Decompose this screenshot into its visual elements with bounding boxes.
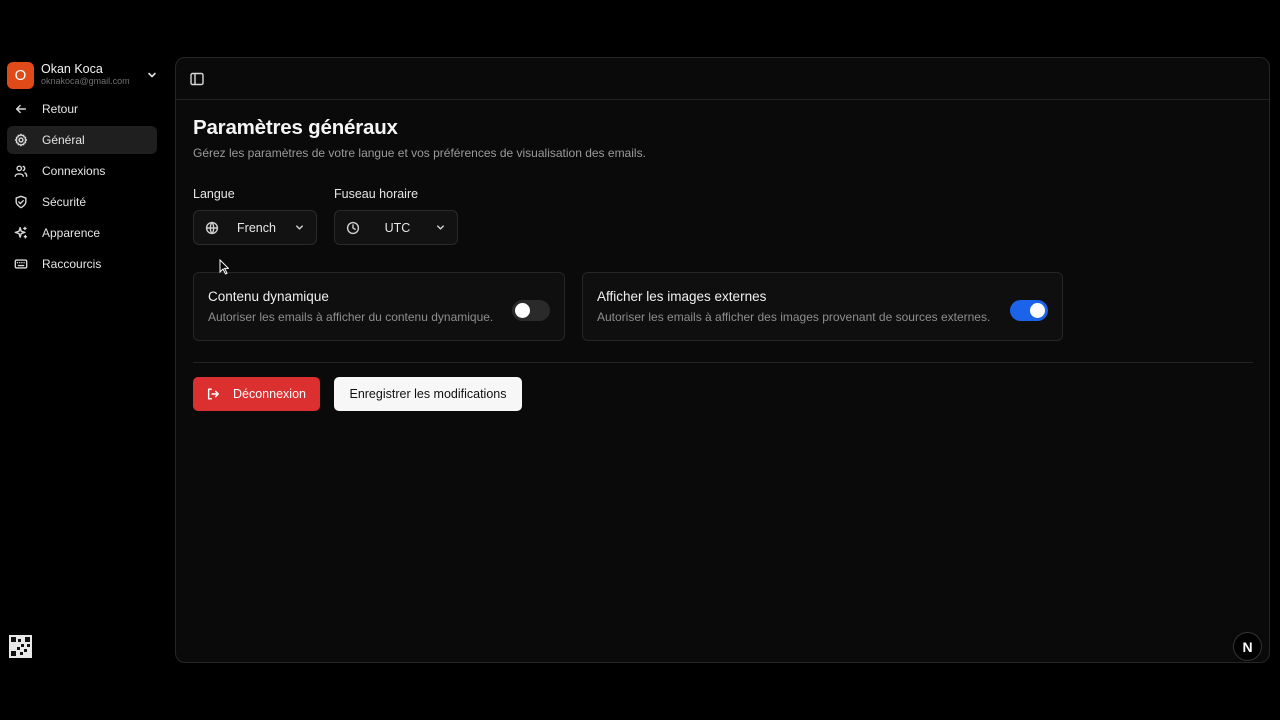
sparkles-icon — [14, 226, 28, 240]
sidebar-item-general[interactable]: Général — [7, 126, 157, 154]
language-value: French — [237, 220, 276, 235]
external-images-title: Afficher les images externes — [597, 289, 767, 304]
sidebar-item-label: Raccourcis — [42, 257, 102, 271]
external-images-description: Autoriser les emails à afficher des imag… — [597, 310, 991, 324]
sidebar-item-label: Apparence — [42, 226, 101, 240]
sidebar: O Okan Koca oknakoca@gmail.com Retour Gé… — [0, 0, 170, 720]
language-group: Langue French — [193, 187, 317, 245]
sidebar-item-label: Retour — [42, 102, 79, 116]
chevron-down-icon — [437, 225, 444, 230]
toggle-cards: Contenu dynamique Autoriser les emails à… — [193, 272, 1253, 341]
sidebar-item-label: Connexions — [42, 164, 106, 178]
sidebar-toggle-icon[interactable] — [189, 71, 205, 87]
page-subtitle: Gérez les paramètres de votre langue et … — [193, 146, 646, 160]
account-email: oknakoca@gmail.com — [41, 76, 130, 87]
sidebar-item-securite[interactable]: Sécurité — [7, 188, 157, 216]
account-name: Okan Koca — [41, 61, 103, 76]
mouse-cursor-icon — [219, 259, 229, 275]
chevron-down-icon — [296, 225, 303, 230]
users-icon — [14, 164, 28, 178]
toggle-knob — [1030, 303, 1045, 318]
dynamic-content-toggle[interactable] — [512, 300, 550, 321]
action-buttons: Déconnexion Enregistrer les modification… — [193, 377, 1253, 411]
sidebar-item-raccourcis[interactable]: Raccourcis — [7, 250, 157, 278]
sidebar-nav: Retour Général Connexions Sécurité Appar… — [7, 95, 157, 281]
sidebar-item-connexions[interactable]: Connexions — [7, 157, 157, 185]
language-label: Langue — [193, 187, 235, 201]
main-panel: Paramètres généraux Gérez les paramètres… — [175, 57, 1270, 663]
sidebar-item-label: Général — [42, 133, 85, 147]
sidebar-item-apparence[interactable]: Apparence — [7, 219, 157, 247]
chevron-down-icon[interactable] — [145, 68, 159, 82]
timezone-value: UTC — [384, 220, 411, 235]
shield-icon — [14, 195, 28, 209]
next-badge-icon[interactable]: N — [1233, 632, 1262, 661]
logout-icon — [207, 388, 219, 400]
external-images-card: Afficher les images externes Autoriser l… — [582, 272, 1063, 341]
panel-topbar — [176, 58, 1269, 100]
select-row: Langue French Fuseau horaire UTC — [193, 187, 1253, 245]
gear-icon — [14, 133, 28, 147]
divider — [193, 362, 1253, 363]
clock-icon — [346, 221, 360, 234]
keyboard-icon — [14, 257, 28, 271]
avatar: O — [7, 61, 34, 89]
timezone-select[interactable]: UTC — [334, 210, 458, 245]
timezone-label: Fuseau horaire — [334, 187, 419, 201]
account-switcher[interactable]: O Okan Koca oknakoca@gmail.com — [7, 60, 159, 90]
account-info: Okan Koca oknakoca@gmail.com — [41, 61, 141, 88]
dynamic-content-title: Contenu dynamique — [208, 289, 329, 304]
toggle-knob — [515, 303, 530, 318]
sidebar-item-retour[interactable]: Retour — [7, 95, 157, 123]
dynamic-content-card: Contenu dynamique Autoriser les emails à… — [193, 272, 565, 341]
globe-icon — [205, 221, 219, 234]
page-title: Paramètres généraux — [193, 116, 398, 139]
save-button[interactable]: Enregistrer les modifications — [334, 377, 522, 411]
arrow-left-icon — [14, 102, 28, 116]
logout-label: Déconnexion — [233, 387, 306, 401]
logout-button[interactable]: Déconnexion — [193, 377, 320, 411]
dynamic-content-description: Autoriser les emails à afficher du conte… — [208, 310, 494, 324]
timezone-group: Fuseau horaire UTC — [334, 187, 458, 245]
external-images-toggle[interactable] — [1010, 300, 1048, 321]
qr-code-icon — [9, 635, 32, 658]
sidebar-item-label: Sécurité — [42, 195, 87, 209]
language-select[interactable]: French — [193, 210, 317, 245]
settings-content: Paramètres généraux Gérez les paramètres… — [193, 116, 1253, 411]
